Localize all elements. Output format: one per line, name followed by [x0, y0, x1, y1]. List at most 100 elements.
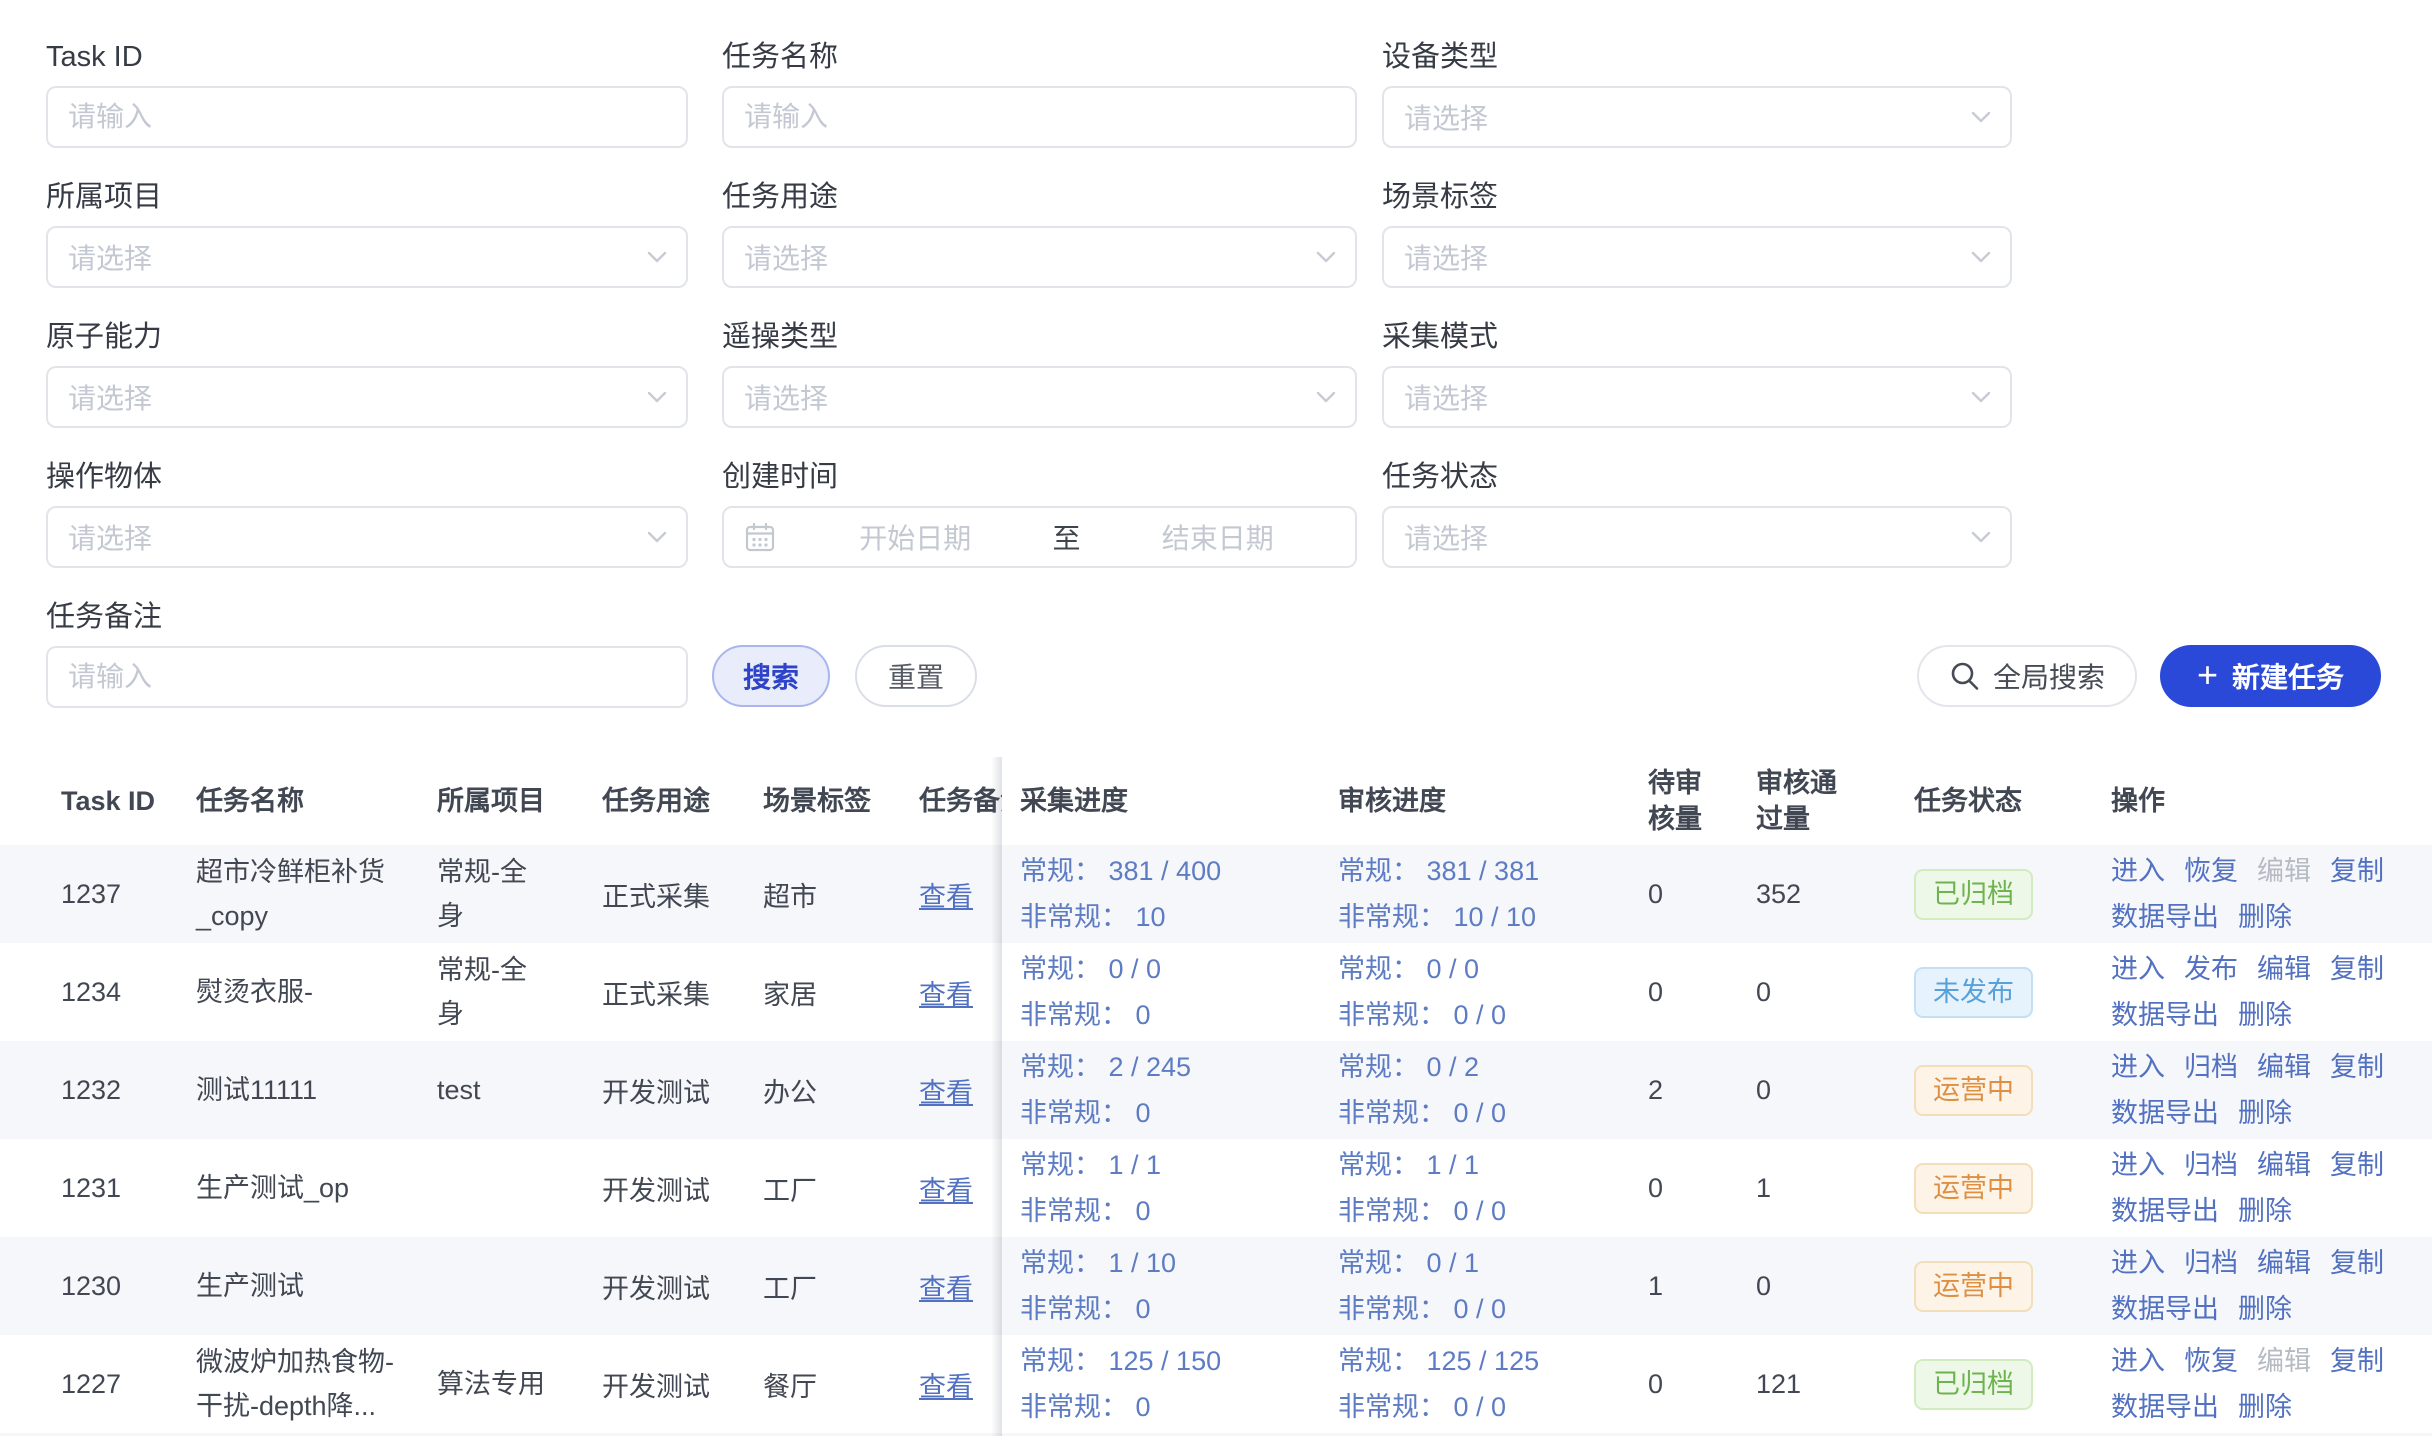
- filter-label: 任务备注: [46, 600, 688, 634]
- action-link[interactable]: 复制: [2330, 1248, 2384, 1278]
- filter-label: 设备类型: [1382, 40, 2012, 74]
- chevron-down-icon: [1315, 390, 1337, 404]
- action-link[interactable]: 复制: [2330, 1052, 2384, 1082]
- action-link[interactable]: 编辑: [2257, 1248, 2311, 1278]
- action-link[interactable]: 删除: [2238, 1294, 2292, 1324]
- chevron-down-icon: [1970, 250, 1992, 264]
- view-remark-link[interactable]: 查看: [919, 1274, 973, 1304]
- action-link[interactable]: 进入: [2111, 1248, 2165, 1278]
- actions-cell: 进入归档编辑复制数据导出删除: [2111, 1044, 2432, 1136]
- action-link[interactable]: 复制: [2330, 1150, 2384, 1180]
- view-remark-link[interactable]: 查看: [919, 1176, 973, 1206]
- row-fixed-section: 1231生产测试_op开发测试工厂查看: [0, 1139, 1002, 1237]
- filter-label: Task ID: [46, 40, 688, 74]
- filter-text-input[interactable]: [46, 86, 688, 148]
- filter-label: 场景标签: [1382, 180, 2012, 214]
- action-link[interactable]: 删除: [2238, 902, 2292, 932]
- filter-label: 所属项目: [46, 180, 688, 214]
- action-link[interactable]: 删除: [2238, 1000, 2292, 1030]
- filter-daterange[interactable]: 开始日期至结束日期: [722, 506, 1357, 568]
- filter-panel: Task ID任务名称设备类型请选择所属项目请选择任务用途请选择场景标签请选择原…: [0, 0, 2432, 740]
- actions-cell: 进入发布编辑复制数据导出删除: [2111, 946, 2432, 1038]
- scene-tag-cell: 办公: [763, 1071, 919, 1110]
- search-button[interactable]: 搜索: [712, 645, 830, 707]
- action-link[interactable]: 进入: [2111, 1052, 2165, 1082]
- action-link[interactable]: 删除: [2238, 1196, 2292, 1226]
- action-link[interactable]: 进入: [2111, 954, 2165, 984]
- filter-select[interactable]: 请选择: [1382, 226, 2012, 288]
- filter-select[interactable]: 请选择: [46, 506, 688, 568]
- filter-select[interactable]: 请选择: [46, 226, 688, 288]
- filter-select[interactable]: 请选择: [722, 226, 1357, 288]
- col-header-task: Task ID: [61, 783, 196, 819]
- filter-select[interactable]: 请选择: [1382, 366, 2012, 428]
- chevron-down-icon: [646, 530, 668, 544]
- date-start-placeholder: 开始日期: [778, 517, 1053, 557]
- filter-select[interactable]: 请选择: [46, 366, 688, 428]
- filter-text-input[interactable]: [722, 86, 1357, 148]
- action-link[interactable]: 数据导出: [2111, 1098, 2219, 1128]
- action-link[interactable]: 恢复: [2184, 856, 2238, 886]
- status-badge: 运营中: [1914, 1261, 2033, 1312]
- status-cell: 运营中: [1914, 1065, 2111, 1116]
- action-link[interactable]: 数据导出: [2111, 902, 2219, 932]
- action-link[interactable]: 归档: [2184, 1248, 2238, 1278]
- action-link[interactable]: 编辑: [2257, 954, 2311, 984]
- action-link[interactable]: 恢复: [2184, 1346, 2238, 1376]
- select-placeholder: 请选择: [48, 517, 646, 557]
- review-progress-cell: 常规： 0 / 0非常规： 0 / 0: [1338, 946, 1648, 1038]
- action-line: 进入恢复编辑复制: [2111, 1338, 2432, 1384]
- action-link[interactable]: 删除: [2238, 1392, 2292, 1422]
- filter-select[interactable]: 请选择: [1382, 86, 2012, 148]
- view-remark-link[interactable]: 查看: [919, 980, 973, 1010]
- remark-cell: 查看: [919, 973, 1002, 1012]
- action-link[interactable]: 数据导出: [2111, 1392, 2219, 1422]
- view-remark-link[interactable]: 查看: [919, 1078, 973, 1108]
- filter-select[interactable]: 请选择: [722, 366, 1357, 428]
- view-remark-link[interactable]: 查看: [919, 882, 973, 912]
- task-name-cell: 测试11111: [196, 1068, 437, 1112]
- action-link[interactable]: 发布: [2184, 954, 2238, 984]
- action-link[interactable]: 删除: [2238, 1098, 2292, 1128]
- new-task-button[interactable]: + 新建任务: [2160, 645, 2381, 707]
- action-link[interactable]: 复制: [2330, 856, 2384, 886]
- remark-cell: 查看: [919, 875, 1002, 914]
- action-link[interactable]: 归档: [2184, 1150, 2238, 1180]
- row-fixed-section: 1237超市冷鲜柜补货_copy常规-全身正式采集超市查看: [0, 845, 1002, 943]
- action-line: 数据导出删除: [2111, 1384, 2432, 1430]
- status-cell: 未发布: [1914, 967, 2111, 1018]
- action-link[interactable]: 数据导出: [2111, 1196, 2219, 1226]
- collect-progress-cell: 常规： 0 / 0非常规： 0: [1020, 946, 1338, 1038]
- action-link[interactable]: 进入: [2111, 1150, 2165, 1180]
- remark-cell: 查看: [919, 1071, 1002, 1110]
- status-cell: 已归档: [1914, 1359, 2111, 1410]
- task-name-cell: 熨烫衣服-: [196, 970, 437, 1014]
- filter-text-input[interactable]: [46, 646, 688, 708]
- select-placeholder: 请选择: [724, 377, 1315, 417]
- action-link[interactable]: 进入: [2111, 856, 2165, 886]
- filter-field: 操作物体请选择: [46, 460, 688, 568]
- action-link[interactable]: 复制: [2330, 1346, 2384, 1376]
- col-header-pending: 待审核量: [1648, 765, 1756, 837]
- view-remark-link[interactable]: 查看: [919, 1372, 973, 1402]
- action-link[interactable]: 数据导出: [2111, 1294, 2219, 1324]
- row-scroll-section: 常规： 125 / 150非常规： 0常规： 125 / 125非常规： 0 /…: [1002, 1335, 2432, 1433]
- action-link[interactable]: 编辑: [2257, 1052, 2311, 1082]
- action-link[interactable]: 归档: [2184, 1052, 2238, 1082]
- status-cell: 已归档: [1914, 869, 2111, 920]
- approved-count-cell: 0: [1756, 1271, 1914, 1302]
- action-link[interactable]: 编辑: [2257, 1150, 2311, 1180]
- approved-count-cell: 352: [1756, 879, 1914, 910]
- pending-review-count-cell: 1: [1648, 1271, 1756, 1302]
- select-placeholder: 请选择: [48, 377, 646, 417]
- actions-cell: 进入归档编辑复制数据导出删除: [2111, 1142, 2432, 1234]
- reset-button[interactable]: 重置: [855, 645, 977, 707]
- filter-field: 所属项目请选择: [46, 180, 688, 288]
- action-link[interactable]: 数据导出: [2111, 1000, 2219, 1030]
- filter-select[interactable]: 请选择: [1382, 506, 2012, 568]
- action-link[interactable]: 进入: [2111, 1346, 2165, 1376]
- action-link[interactable]: 复制: [2330, 954, 2384, 984]
- remark-cell: 查看: [919, 1365, 1002, 1404]
- status-cell: 运营中: [1914, 1261, 2111, 1312]
- global-search-button[interactable]: 全局搜索: [1917, 645, 2137, 707]
